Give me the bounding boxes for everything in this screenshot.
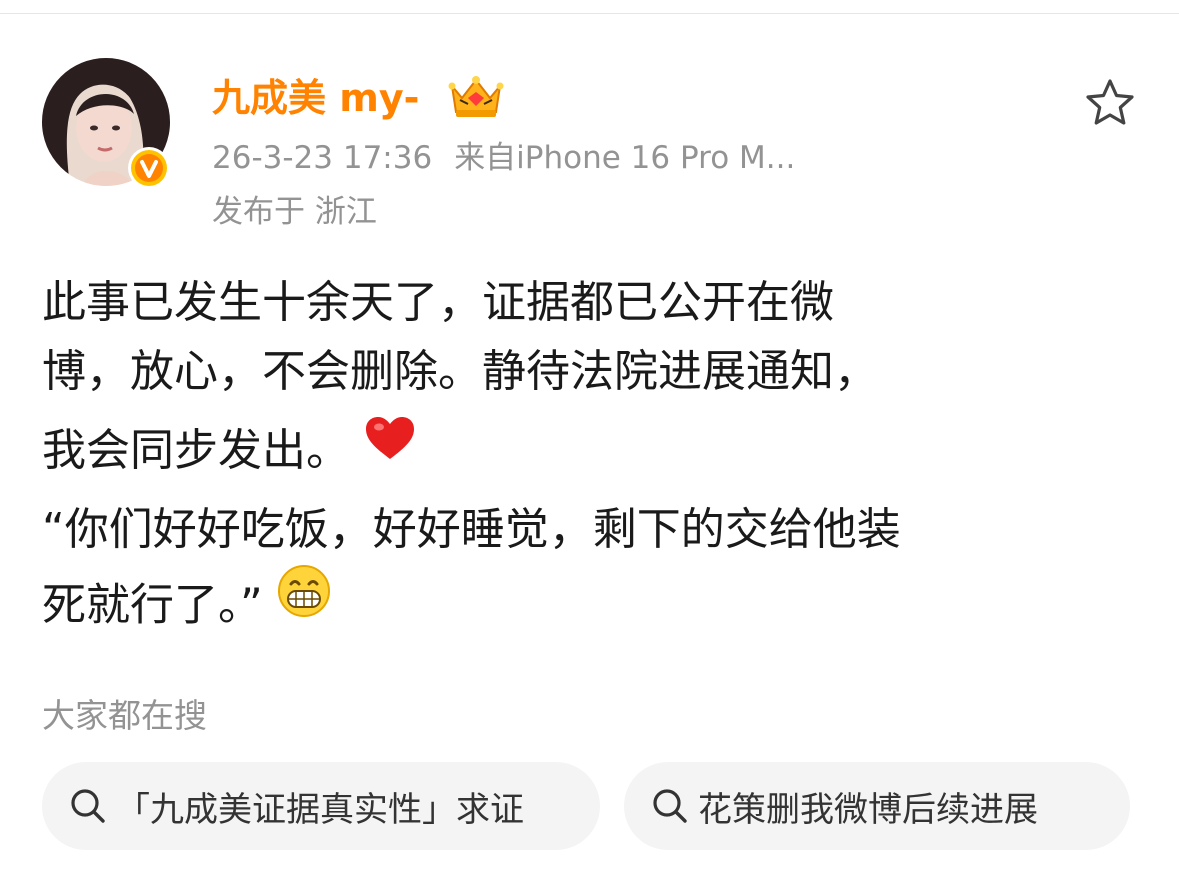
trending-chip-1-text: 「九成美证据真实性」求证: [116, 789, 524, 830]
post-time: 26-3-23 17:36: [212, 140, 433, 176]
author-name[interactable]: 九成美 my-: [212, 72, 419, 124]
search-icon: [653, 789, 687, 823]
verified-v-icon: [131, 150, 167, 186]
heart-emoji-icon: [364, 412, 416, 482]
top-divider: [0, 13, 1179, 14]
trending-searches-label: 大家都在搜: [42, 696, 207, 735]
post-text-line-5-text: 死就行了。”: [42, 579, 263, 631]
post-text-line-1: 此事已发生十余天了，证据都已公开在微: [42, 277, 834, 328]
post-meta: 26-3-23 17:36 来自iPhone 16 Pro M...: [212, 136, 795, 180]
post-text-line-2: 博，放心，不会删除。静待法院进展通知，: [42, 346, 878, 397]
search-icon: [71, 789, 105, 823]
verified-badge: [128, 147, 170, 189]
post-text-line-5: 死就行了。”: [42, 565, 1142, 640]
star-outline-icon[interactable]: [1084, 78, 1136, 128]
trending-chip-1[interactable]: 「九成美证据真实性」求证: [42, 762, 600, 850]
post-text-line-3-text: 我会同步发出。: [42, 425, 350, 476]
post-text-line-3: 我会同步发出。: [42, 416, 1142, 486]
post-text-line-4: “你们好好吃饭，好好睡觉，剩下的交给他装: [42, 504, 901, 555]
crown-icon[interactable]: [446, 72, 506, 120]
post-location: 发布于 浙江: [212, 194, 377, 230]
grin-emoji-icon: [277, 564, 331, 639]
trending-chip-2-text: 花策删我微博后续进展: [698, 789, 1038, 830]
post-source[interactable]: 来自iPhone 16 Pro M...: [454, 140, 795, 176]
trending-chip-2[interactable]: 花策删我微博后续进展: [624, 762, 1130, 850]
